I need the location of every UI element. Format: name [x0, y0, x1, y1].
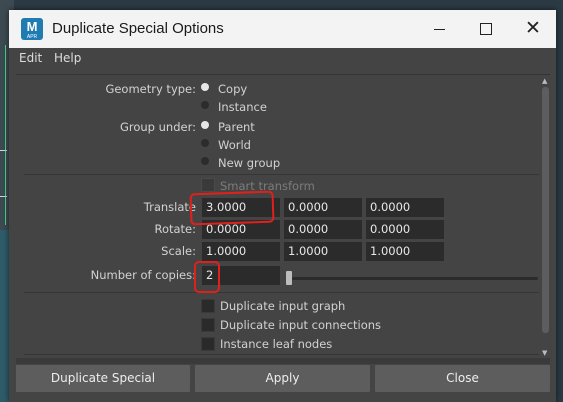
duplicate-input-connections-label: Duplicate input connections [220, 318, 382, 332]
radio-world[interactable] [201, 139, 209, 147]
separator [24, 354, 539, 355]
translate-z-field[interactable]: 0.0000 [366, 198, 444, 217]
minimize-icon [434, 29, 445, 30]
radio-copy[interactable] [201, 83, 209, 91]
rotate-z-field[interactable]: 0.0000 [366, 220, 444, 239]
scale-z-field[interactable]: 1.0000 [366, 242, 444, 261]
options-panel: Geometry type: Copy Instance Group under… [16, 74, 550, 359]
radio-world-label: World [218, 138, 251, 152]
duplicate-special-button[interactable]: Duplicate Special [16, 365, 190, 392]
radio-parent[interactable] [201, 121, 209, 129]
duplicate-input-graph-label: Duplicate input graph [220, 299, 346, 313]
radio-instance-label: Instance [218, 100, 267, 114]
apply-button[interactable]: Apply [195, 365, 370, 392]
radio-parent-label: Parent [218, 120, 255, 134]
scrollbar-thumb[interactable] [542, 87, 549, 333]
rotate-label: Rotate: [154, 222, 196, 236]
copies-slider-track[interactable] [292, 277, 538, 280]
smart-transform-checkbox[interactable] [201, 178, 215, 192]
vertical-scrollbar[interactable]: ▲ ▼ [541, 75, 550, 359]
radio-copy-label: Copy [218, 82, 248, 96]
background-tick [0, 150, 7, 151]
menu-help[interactable]: Help [54, 51, 81, 65]
divider-bar [16, 358, 550, 364]
geometry-type-label: Geometry type: [105, 82, 196, 96]
translate-y-field[interactable]: 0.0000 [284, 198, 362, 217]
scale-label: Scale: [161, 244, 196, 258]
scale-x-field[interactable]: 1.0000 [202, 242, 280, 261]
radio-instance[interactable] [201, 101, 209, 109]
title-bar[interactable]: M APR Duplicate Special Options ✕ [9, 10, 556, 48]
translate-highlight-annotation [189, 190, 275, 226]
maya-app-icon: M APR [21, 18, 43, 40]
instance-leaf-nodes-checkbox[interactable] [201, 337, 215, 351]
maximize-button[interactable] [463, 10, 509, 48]
minimize-button[interactable] [417, 10, 463, 48]
scale-y-field[interactable]: 1.0000 [284, 242, 362, 261]
close-icon: ✕ [525, 17, 541, 39]
group-under-label: Group under: [119, 120, 196, 134]
scroll-up-icon[interactable]: ▲ [542, 77, 547, 85]
copies-slider-handle[interactable] [286, 271, 292, 285]
translate-label: Translate [143, 200, 196, 214]
menu-edit[interactable]: Edit [19, 51, 42, 65]
window-title: Duplicate Special Options [52, 20, 224, 37]
number-of-copies-label: Number of copies: [90, 268, 196, 282]
instance-leaf-nodes-label: Instance leaf nodes [220, 337, 333, 351]
copies-highlight-annotation [194, 261, 220, 293]
menu-bar: Edit Help [9, 48, 556, 70]
background-accent-line [5, 45, 6, 225]
close-button[interactable]: Close [375, 365, 550, 392]
close-window-button[interactable]: ✕ [509, 10, 555, 48]
separator [24, 174, 539, 175]
duplicate-special-window: M APR Duplicate Special Options ✕ Edit H… [9, 10, 556, 402]
duplicate-input-connections-checkbox[interactable] [201, 318, 215, 332]
maximize-icon [480, 23, 492, 35]
duplicate-input-graph-checkbox[interactable] [201, 299, 215, 313]
radio-new-group-label: New group [218, 156, 281, 170]
scroll-down-icon[interactable]: ▼ [542, 349, 547, 357]
separator [24, 292, 539, 293]
rotate-y-field[interactable]: 0.0000 [284, 220, 362, 239]
radio-new-group[interactable] [201, 157, 209, 165]
background-tick [0, 196, 7, 197]
